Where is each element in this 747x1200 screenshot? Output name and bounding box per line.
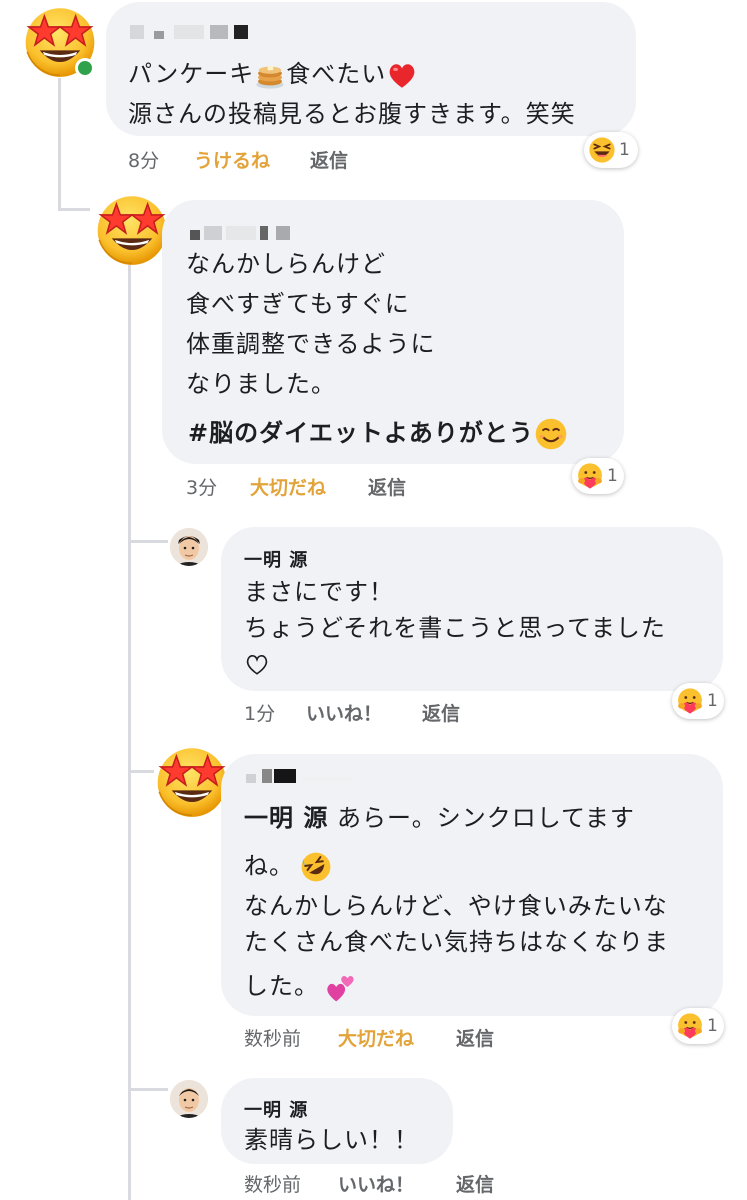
comment-text: 素晴らしい！！ <box>244 1126 419 1154</box>
timestamp: 8分 <box>128 150 160 172</box>
pancake-emoji-icon <box>254 59 286 91</box>
avatar[interactable] <box>170 1080 208 1118</box>
mention-link[interactable]: 一明 源 <box>244 804 328 832</box>
thread-connector <box>58 78 61 208</box>
thread-connector <box>58 208 90 211</box>
reply-button[interactable]: 返信 <box>456 1170 494 1197</box>
comment-author[interactable]: 一明 源 <box>244 546 308 572</box>
avatar[interactable] <box>170 528 208 566</box>
avatar[interactable] <box>92 190 172 268</box>
hashtag-link[interactable]: #脳のダイエットよありがとう <box>188 419 534 447</box>
smiling-emoji-icon <box>534 417 568 451</box>
comment-text: パンケーキ 食べたい <box>128 54 418 94</box>
reaction-count-badge[interactable]: 1 <box>672 1008 724 1044</box>
reaction-count-badge[interactable]: 1 <box>572 458 624 494</box>
comment-text: たくさん食べたい気持ちはなくなりま <box>244 928 669 956</box>
care-emoji-icon <box>676 687 704 715</box>
comment-text: まさにです！ <box>244 578 394 606</box>
redacted-username <box>190 226 300 240</box>
profile-photo-icon <box>170 528 208 566</box>
laughing-emoji-icon <box>588 136 616 164</box>
redacted-username <box>246 769 356 783</box>
like-button[interactable]: いいね！ <box>306 699 382 726</box>
comment-text: なんかしらんけど、やけ食いみたいな <box>244 892 668 920</box>
comment-text: 体重調整できるように <box>186 330 436 358</box>
comment-text: 食べすぎてもすぐに <box>186 290 410 318</box>
two-hearts-emoji-icon <box>325 971 357 1003</box>
thread-connector <box>128 1088 168 1091</box>
comment-text: 一明 源 あらー。シンクロしてます <box>244 804 635 832</box>
comment-text: なんかしらんけど <box>186 250 386 278</box>
reply-button[interactable]: 返信 <box>456 1024 494 1051</box>
comment-text: ちょうどそれを書こうと思ってました <box>244 614 666 642</box>
timestamp: 3分 <box>186 477 218 499</box>
reaction-count-badge[interactable]: 1 <box>672 683 724 719</box>
comment-text: 源さんの投稿見るとお腹すきます。笑笑 <box>128 100 576 128</box>
care-emoji-icon <box>576 462 604 490</box>
care-emoji-icon <box>676 1012 704 1040</box>
white-heart-icon <box>246 655 268 675</box>
rolling-laughing-emoji-icon <box>300 851 332 883</box>
reaction-count-badge[interactable]: 1 <box>584 132 638 168</box>
hashtag-line: #脳のダイエットよありがとう <box>188 413 568 453</box>
reply-button[interactable]: 返信 <box>368 473 406 500</box>
comment-text: した。 <box>244 966 357 1006</box>
timestamp: 数秒前 <box>244 1174 302 1196</box>
reaction-button[interactable]: うけるね <box>194 146 270 173</box>
online-status-dot <box>75 58 95 78</box>
profile-photo-icon <box>170 1080 208 1118</box>
comment-text: ね。 <box>244 846 332 886</box>
reply-button[interactable]: 返信 <box>310 146 348 173</box>
red-heart-emoji-icon <box>386 59 418 91</box>
timestamp: 数秒前 <box>244 1028 302 1050</box>
reply-button[interactable]: 返信 <box>422 699 460 726</box>
thread-connector <box>128 262 131 1200</box>
comment-text: なりました。 <box>186 370 336 398</box>
avatar[interactable] <box>152 742 232 820</box>
reaction-button[interactable]: 大切だね <box>250 473 326 500</box>
thread-connector <box>128 540 168 543</box>
comment-author[interactable]: 一明 源 <box>244 1096 308 1122</box>
thread-connector <box>128 770 154 773</box>
timestamp: 1分 <box>244 703 276 725</box>
redacted-username <box>130 25 250 39</box>
comment-text <box>244 643 270 683</box>
reaction-button[interactable]: 大切だね <box>338 1024 414 1051</box>
like-button[interactable]: いいね！ <box>338 1170 414 1197</box>
